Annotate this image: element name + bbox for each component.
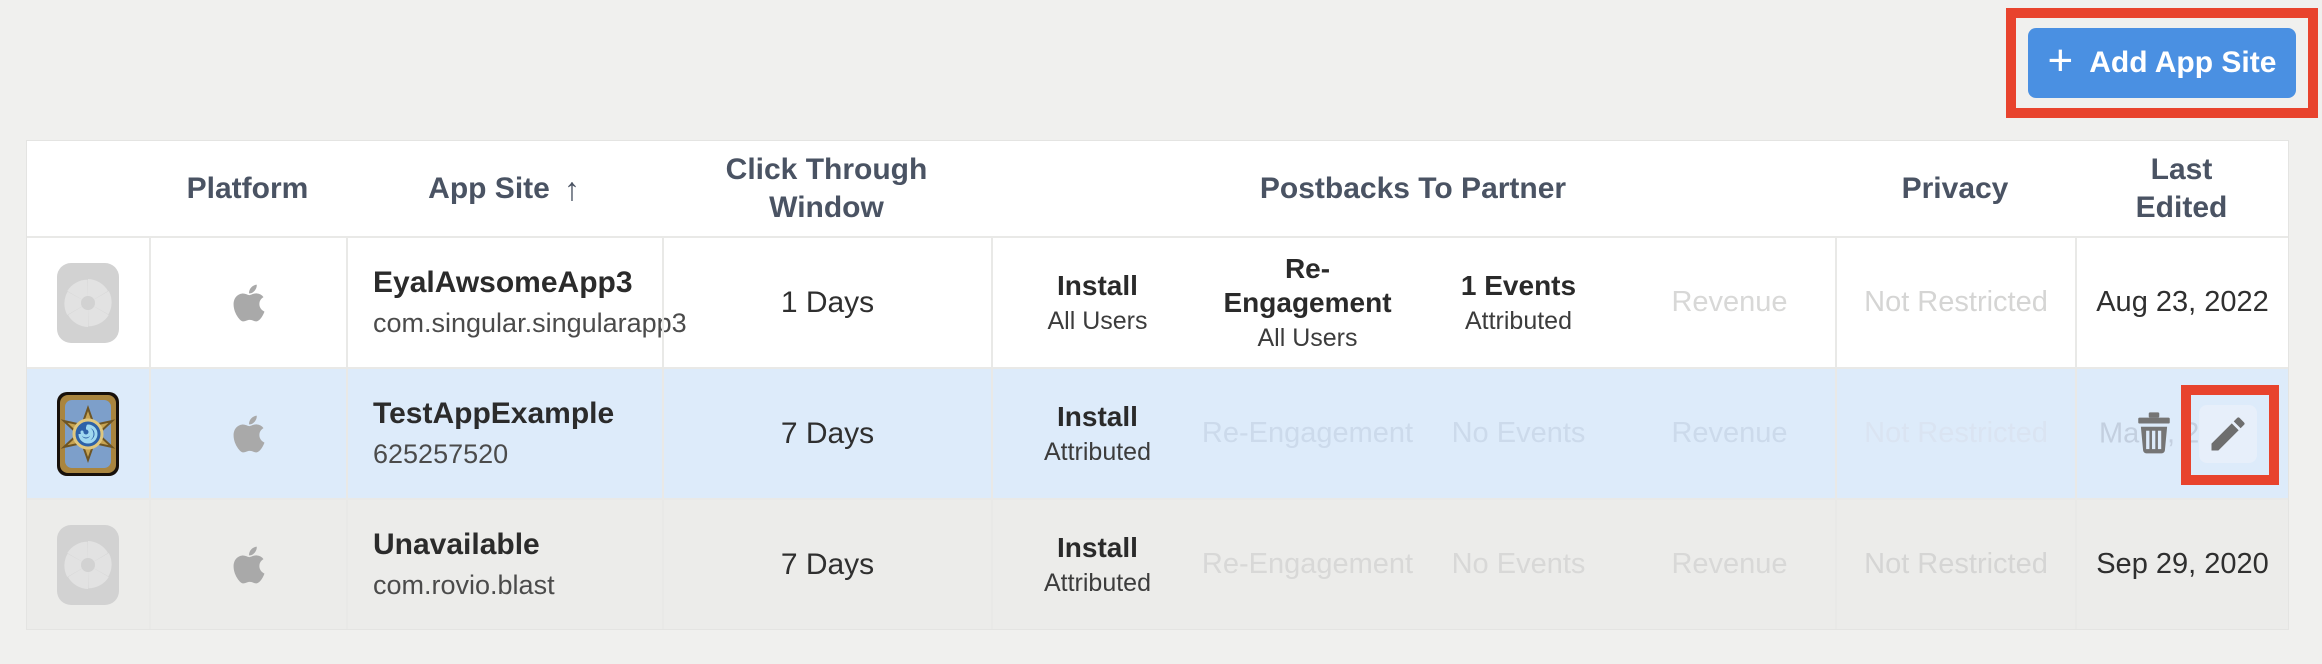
app-placeholder-icon xyxy=(27,500,149,629)
app-bundle-id: com.singular.singularapp3 xyxy=(373,308,687,339)
app-site-cell: Unavailable com.rovio.blast xyxy=(346,500,662,629)
last-edited-cell: Aug 23, 2022 xyxy=(2075,238,2288,367)
app-site-cell: TestAppExample 625257520 xyxy=(346,369,662,498)
app-placeholder-icon xyxy=(27,238,149,367)
app-site-cell: EyalAwsomeApp3 com.singular.singularapp3 xyxy=(346,238,662,367)
click-through-window-cell: 7 Days xyxy=(662,500,991,629)
add-app-site-label: Add App Site xyxy=(2089,46,2276,80)
pencil-icon xyxy=(2206,412,2250,456)
postback-events: No Events xyxy=(1413,500,1624,629)
postback-revenue: Revenue xyxy=(1624,500,1835,629)
apple-icon xyxy=(149,238,346,367)
app-name: Unavailable xyxy=(373,528,540,562)
postback-install: Install Attributed xyxy=(991,369,1202,498)
click-through-window-cell: 1 Days xyxy=(662,238,991,367)
apple-icon xyxy=(149,369,346,498)
postback-re-engagement: Re-Engagement All Users xyxy=(1202,238,1413,367)
privacy-cell: Not Restricted xyxy=(1835,369,2075,498)
header-app-site[interactable]: App Site ↑ xyxy=(346,141,662,236)
sort-ascending-icon[interactable]: ↑ xyxy=(564,169,580,209)
add-app-site-button[interactable]: + Add App Site xyxy=(2028,28,2296,98)
header-click-through-window: Click Through Window xyxy=(662,141,991,236)
last-edited-cell: Ma , 20 xyxy=(2075,369,2288,498)
privacy-cell: Not Restricted xyxy=(1835,238,2075,367)
hearthstone-app-icon xyxy=(27,369,149,498)
postback-revenue: Revenue xyxy=(1624,238,1835,367)
app-store-id: 625257520 xyxy=(373,439,508,470)
delete-app-site-button[interactable] xyxy=(2133,409,2175,459)
postback-events: 1 Events Attributed xyxy=(1413,238,1624,367)
postback-re-engagement: Re-Engagement xyxy=(1202,500,1413,629)
last-edited-cell: Sep 29, 2020 xyxy=(2075,500,2288,629)
table-row[interactable]: TestAppExample 625257520 7 Days Install … xyxy=(27,367,2288,498)
postback-revenue: Revenue xyxy=(1624,369,1835,498)
privacy-cell: Not Restricted xyxy=(1835,500,2075,629)
header-app-icon-spacer xyxy=(27,141,149,236)
app-name: TestAppExample xyxy=(373,397,614,431)
app-name: EyalAwsomeApp3 xyxy=(373,266,633,300)
table-header-row: Platform App Site ↑ Click Through Window… xyxy=(27,141,2288,236)
table-row[interactable]: Unavailable com.rovio.blast 7 Days Insta… xyxy=(27,498,2288,629)
plus-icon: + xyxy=(2048,39,2074,83)
app-bundle-id: com.rovio.blast xyxy=(373,570,555,601)
header-platform: Platform xyxy=(149,141,346,236)
postback-install: Install All Users xyxy=(991,238,1202,367)
header-privacy: Privacy xyxy=(1835,141,2075,236)
header-postbacks-to-partner: Postbacks To Partner xyxy=(991,141,1835,236)
postback-events: No Events xyxy=(1413,369,1624,498)
postback-re-engagement: Re-Engagement xyxy=(1202,369,1413,498)
click-through-window-cell: 7 Days xyxy=(662,369,991,498)
apple-icon xyxy=(149,500,346,629)
app-sites-table: Platform App Site ↑ Click Through Window… xyxy=(26,140,2289,630)
edit-app-site-button[interactable] xyxy=(2199,405,2257,463)
header-last-edited: Last Edited xyxy=(2075,141,2288,236)
trash-icon xyxy=(2133,409,2175,459)
table-row[interactable]: EyalAwsomeApp3 com.singular.singularapp3… xyxy=(27,236,2288,367)
postback-install: Install Attributed xyxy=(991,500,1202,629)
